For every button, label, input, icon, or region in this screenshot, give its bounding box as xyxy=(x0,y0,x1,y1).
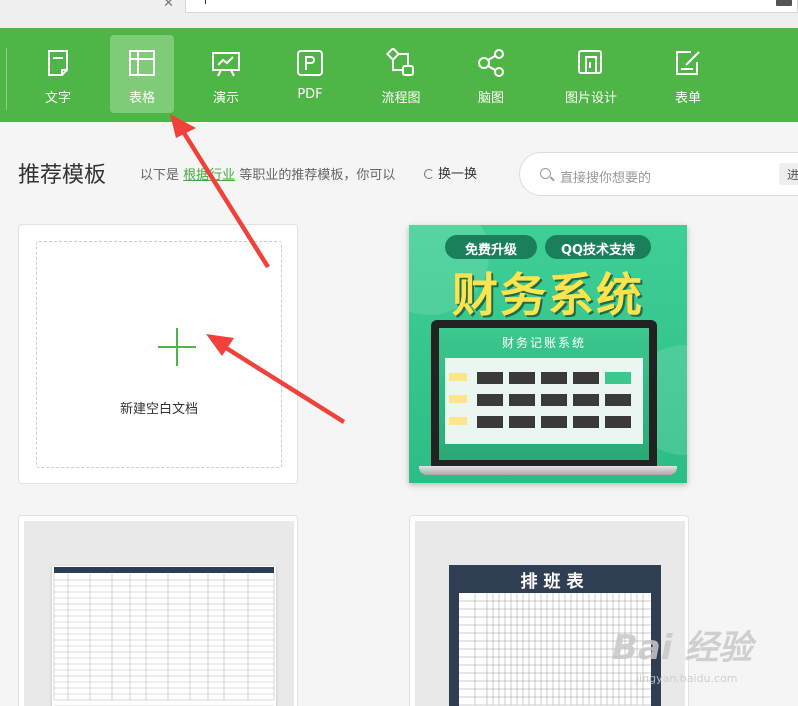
address-strip: ✕ xyxy=(0,0,798,28)
screen-row xyxy=(449,416,639,428)
flowchart-icon xyxy=(386,48,414,76)
tab-label: 脑图 xyxy=(477,91,504,106)
screen-button xyxy=(541,394,567,406)
screen-button xyxy=(541,372,567,384)
screen-row xyxy=(449,372,639,384)
app-window: ✕ 文字 表格 演示 PDF 流程图 脑图 图片设计 表单 推荐模板 以下是 根… xyxy=(0,0,798,706)
page-badge xyxy=(776,0,792,6)
form-icon xyxy=(676,51,700,75)
industry-link[interactable]: 根据行业 xyxy=(183,168,235,183)
screen-button xyxy=(509,372,535,384)
template-register-sheet[interactable] xyxy=(18,515,298,706)
screen-button xyxy=(509,394,535,406)
watermark-logo-text: Bai 经验 xyxy=(612,628,753,668)
refresh-icon xyxy=(424,169,434,179)
sheet-grid-lines xyxy=(53,574,275,706)
new-blank-doc-card[interactable]: 新建空白文档 xyxy=(18,224,298,484)
plus-icon-vertical xyxy=(176,328,178,366)
presentation-icon xyxy=(212,52,240,77)
screen-button xyxy=(573,394,599,406)
laptop-illustration: 财务记账系统 xyxy=(431,320,657,466)
screen-button xyxy=(605,372,631,384)
tab-form[interactable]: 表单 xyxy=(656,35,720,113)
tab-label: 流程图 xyxy=(381,91,421,106)
screen-button xyxy=(477,372,503,384)
new-doc-dashed-area: 新建空白文档 xyxy=(36,241,282,468)
laptop-base xyxy=(419,466,677,475)
doc-type-toolbar: 文字 表格 演示 PDF 流程图 脑图 图片设计 表单 xyxy=(0,28,798,122)
address-field[interactable] xyxy=(185,0,798,13)
laptop-screen: 财务记账系统 xyxy=(439,328,649,460)
close-icon[interactable]: ✕ xyxy=(163,0,174,11)
tab-text[interactable]: 文字 xyxy=(26,35,90,113)
image-design-icon xyxy=(578,50,602,74)
tab-pdf[interactable]: PDF xyxy=(278,35,342,113)
recommend-description: 以下是 根据行业 等职业的推荐模板，你可以 xyxy=(140,164,395,183)
screen-button xyxy=(605,416,631,428)
refresh-label: 换一换 xyxy=(438,167,478,182)
text-caret xyxy=(205,0,206,4)
tab-label: PDF xyxy=(297,87,323,102)
tab-spreadsheet[interactable]: 表格 xyxy=(110,35,174,113)
row-tag xyxy=(449,373,467,381)
pdf-icon xyxy=(297,50,323,76)
qq-support-badge: QQ技术支持 xyxy=(545,235,651,259)
template-finance-system[interactable]: 免费升级 QQ技术支持 财务系统 财务记账系统 xyxy=(409,225,687,483)
screen-button xyxy=(573,416,599,428)
tab-label: 表单 xyxy=(674,91,701,106)
screen-button xyxy=(605,394,631,406)
row-tag xyxy=(449,417,467,425)
toolbar-divider xyxy=(6,48,7,110)
screen-row xyxy=(449,394,639,406)
search-placeholder: 直接搜你想要的 xyxy=(560,171,652,186)
free-upgrade-badge: 免费升级 xyxy=(445,235,537,259)
tab-presentation[interactable]: 演示 xyxy=(194,35,258,113)
screen-button xyxy=(573,372,599,384)
sheet-preview xyxy=(52,566,276,706)
mindmap-icon xyxy=(478,49,504,77)
watermark-url: jingyan.baidu.com xyxy=(636,672,738,685)
refresh-button[interactable]: 换一换 xyxy=(424,163,477,182)
template-search[interactable]: 直接搜你想要的 进 xyxy=(519,152,798,196)
tab-flowchart[interactable]: 流程图 xyxy=(366,35,436,113)
doc-icon xyxy=(48,50,68,76)
new-doc-label: 新建空白文档 xyxy=(119,402,198,417)
search-icon xyxy=(540,168,551,179)
desc-suffix: 等职业的推荐模板，你可以 xyxy=(239,168,396,183)
desc-prefix: 以下是 xyxy=(140,168,180,183)
template-preview-bg xyxy=(24,521,294,706)
page-title: 推荐模板 xyxy=(18,163,107,188)
screen-panel xyxy=(445,358,643,444)
tab-label: 表格 xyxy=(128,91,155,106)
tab-label: 文字 xyxy=(44,91,71,106)
tab-label: 图片设计 xyxy=(564,91,617,106)
screen-button xyxy=(509,416,535,428)
screen-button xyxy=(541,416,567,428)
schedule-title: 排班表 xyxy=(520,572,590,592)
search-submit-button[interactable]: 进 xyxy=(779,163,798,185)
table-icon xyxy=(129,50,155,76)
finance-big-title: 财务系统 xyxy=(452,268,644,322)
screen-button xyxy=(477,416,503,428)
screen-title: 财务记账系统 xyxy=(501,336,586,350)
tab-label: 演示 xyxy=(212,91,239,106)
row-tag xyxy=(449,395,467,403)
baidu-jingyan-watermark: Bai 经验 jingyan.baidu.com xyxy=(612,620,753,685)
tab-image-design[interactable]: 图片设计 xyxy=(553,35,629,113)
tab-mindmap[interactable]: 脑图 xyxy=(459,35,523,113)
screen-button xyxy=(477,394,503,406)
